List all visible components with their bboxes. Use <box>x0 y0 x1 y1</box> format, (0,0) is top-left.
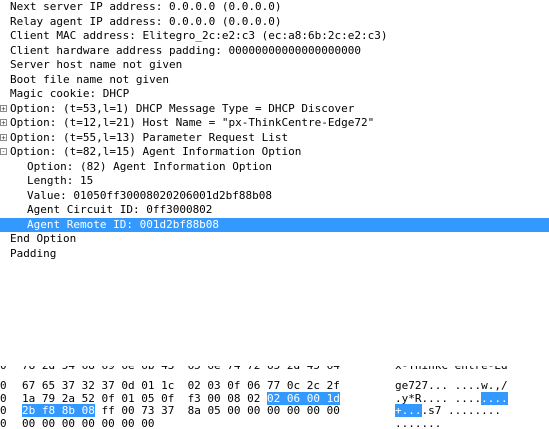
tree-row[interactable]: Server host name not given <box>0 58 549 73</box>
tree-row-label: Magic cookie: DHCP <box>10 87 130 100</box>
ascii-text: ge727... ....w.,/ <box>395 379 508 392</box>
hex-offset: 0 <box>0 366 7 373</box>
tree-row-label: Relay agent IP address: 0.0.0.0 (0.0.0.0… <box>10 14 282 28</box>
tree-row[interactable]: End Option <box>0 232 549 247</box>
tree-row[interactable]: Value: 01050ff30008020206001d2bf88b08 <box>0 189 549 204</box>
tree-row[interactable]: Client MAC address: Elitegro_2c:e2:c3 (e… <box>0 29 549 44</box>
tree-row[interactable]: Length: 15 <box>0 174 549 189</box>
ascii-highlight: +... <box>395 404 422 417</box>
tree-row[interactable]: Relay agent IP address: 0.0.0.0 (0.0.0.0… <box>0 15 549 30</box>
tree-row-label: Server host name not given <box>10 58 183 71</box>
hex-bytes-text: ff 00 73 37 8a 05 00 00 00 00 00 00 <box>94 404 340 417</box>
ascii-text: .y*R.... .... <box>395 391 482 405</box>
tree-row-label: Boot file name not given <box>10 72 169 86</box>
packet-details-tree[interactable]: Next server IP address: 0.0.0.0 (0.0.0.0… <box>0 0 549 270</box>
hex-bytes-highlight: 2b f8 8b 08 <box>22 404 95 417</box>
tree-row[interactable]: Next server IP address: 0.0.0.0 (0.0.0.0… <box>0 0 549 15</box>
tree-row-label: Length: 15 <box>27 174 94 187</box>
tree-row[interactable]: Agent Circuit ID: 0ff3000802 <box>0 203 549 218</box>
hex-offset: 0 <box>0 379 7 392</box>
tree-row[interactable]: + Option: (t=55,l=13) Parameter Request L… <box>0 131 549 146</box>
tree-row[interactable]: - Option: (t=82,l=15) Agent Information O… <box>0 145 549 160</box>
expand-icon[interactable]: + <box>0 104 7 112</box>
ascii-highlight: .... <box>481 391 508 405</box>
tree-row-label: Option: (t=82,l=15) Agent Information Op… <box>10 145 302 158</box>
tree-row-selected[interactable]: Agent Remote ID: 001d2bf88b08 <box>0 217 549 232</box>
tree-row[interactable]: Client hardware address padding: 0000000… <box>0 44 549 59</box>
tree-row-label: Agent Circuit ID: 0ff3000802 <box>27 203 213 216</box>
tree-row[interactable]: + Option: (t=12,l=21) Host Name = "px-Thi… <box>0 116 549 131</box>
tree-row[interactable]: Magic cookie: DHCP <box>0 87 549 102</box>
expand-icon[interactable]: + <box>0 119 7 127</box>
ascii-bytes: ....... <box>395 416 442 429</box>
tree-row[interactable]: Padding <box>0 247 549 262</box>
tree-row-label: Option: (t=12,l=21) Host Name = "px-Thin… <box>10 116 375 129</box>
tree-row-label: Agent Remote ID: 001d2bf88b08 <box>27 217 220 231</box>
hex-bytes-text: 1a 79 2a 52 0f 01 05 0f f3 00 08 02 <box>22 391 268 405</box>
ascii-text: .s7 ........ <box>421 404 501 417</box>
ascii-text: ....... <box>395 416 442 429</box>
tree-row-label: Client MAC address: Elitegro_2c:e2:c3 (e… <box>10 29 388 42</box>
hex-bytes: 78 2d 54 68 69 6e 6b 43 65 6e 74 72 65 2… <box>22 366 340 373</box>
expand-icon[interactable]: + <box>0 133 7 141</box>
tree-row-label: Option: (82) Agent Information Option <box>27 159 273 173</box>
hex-bytes-highlight: 02 06 00 1d <box>267 391 340 405</box>
tree-row-label: Value: 01050ff30008020206001d2bf88b08 <box>27 188 273 202</box>
ascii-bytes: x-ThinkC entre-Ed <box>395 366 508 373</box>
tree-row[interactable]: + Option: (t=53,l=1) DHCP Message Type = … <box>0 102 549 117</box>
tree-row[interactable]: Boot file name not given <box>0 73 549 88</box>
hex-bytes: 00 00 00 00 00 00 00 <box>22 416 155 429</box>
collapse-icon[interactable]: - <box>0 148 7 156</box>
tree-row-label: Next server IP address: 0.0.0.0 (0.0.0.0… <box>10 0 282 13</box>
tree-row[interactable]: Option: (82) Agent Information Option <box>0 160 549 175</box>
tree-row-label: Client hardware address padding: 0000000… <box>10 43 361 57</box>
tree-row-label: Option: (t=53,l=1) DHCP Message Type = D… <box>10 101 355 115</box>
tree-row-label: Option: (t=55,l=13) Parameter Request Li… <box>10 130 289 144</box>
hex-offset: 0 <box>0 404 7 417</box>
hex-bytes-text: 00 00 00 00 00 00 00 <box>22 416 155 429</box>
tree-row-label: Padding <box>10 246 57 260</box>
hex-offset: 0 <box>0 416 7 429</box>
hex-bytes-text: 67 65 37 32 37 0d 01 1c 02 03 0f 06 77 0… <box>22 379 340 392</box>
packet-bytes-pane[interactable]: 0 78 2d 54 68 69 6e 6b 43 65 6e 74 72 65 … <box>0 366 549 429</box>
tree-row-label: End Option <box>10 232 77 245</box>
